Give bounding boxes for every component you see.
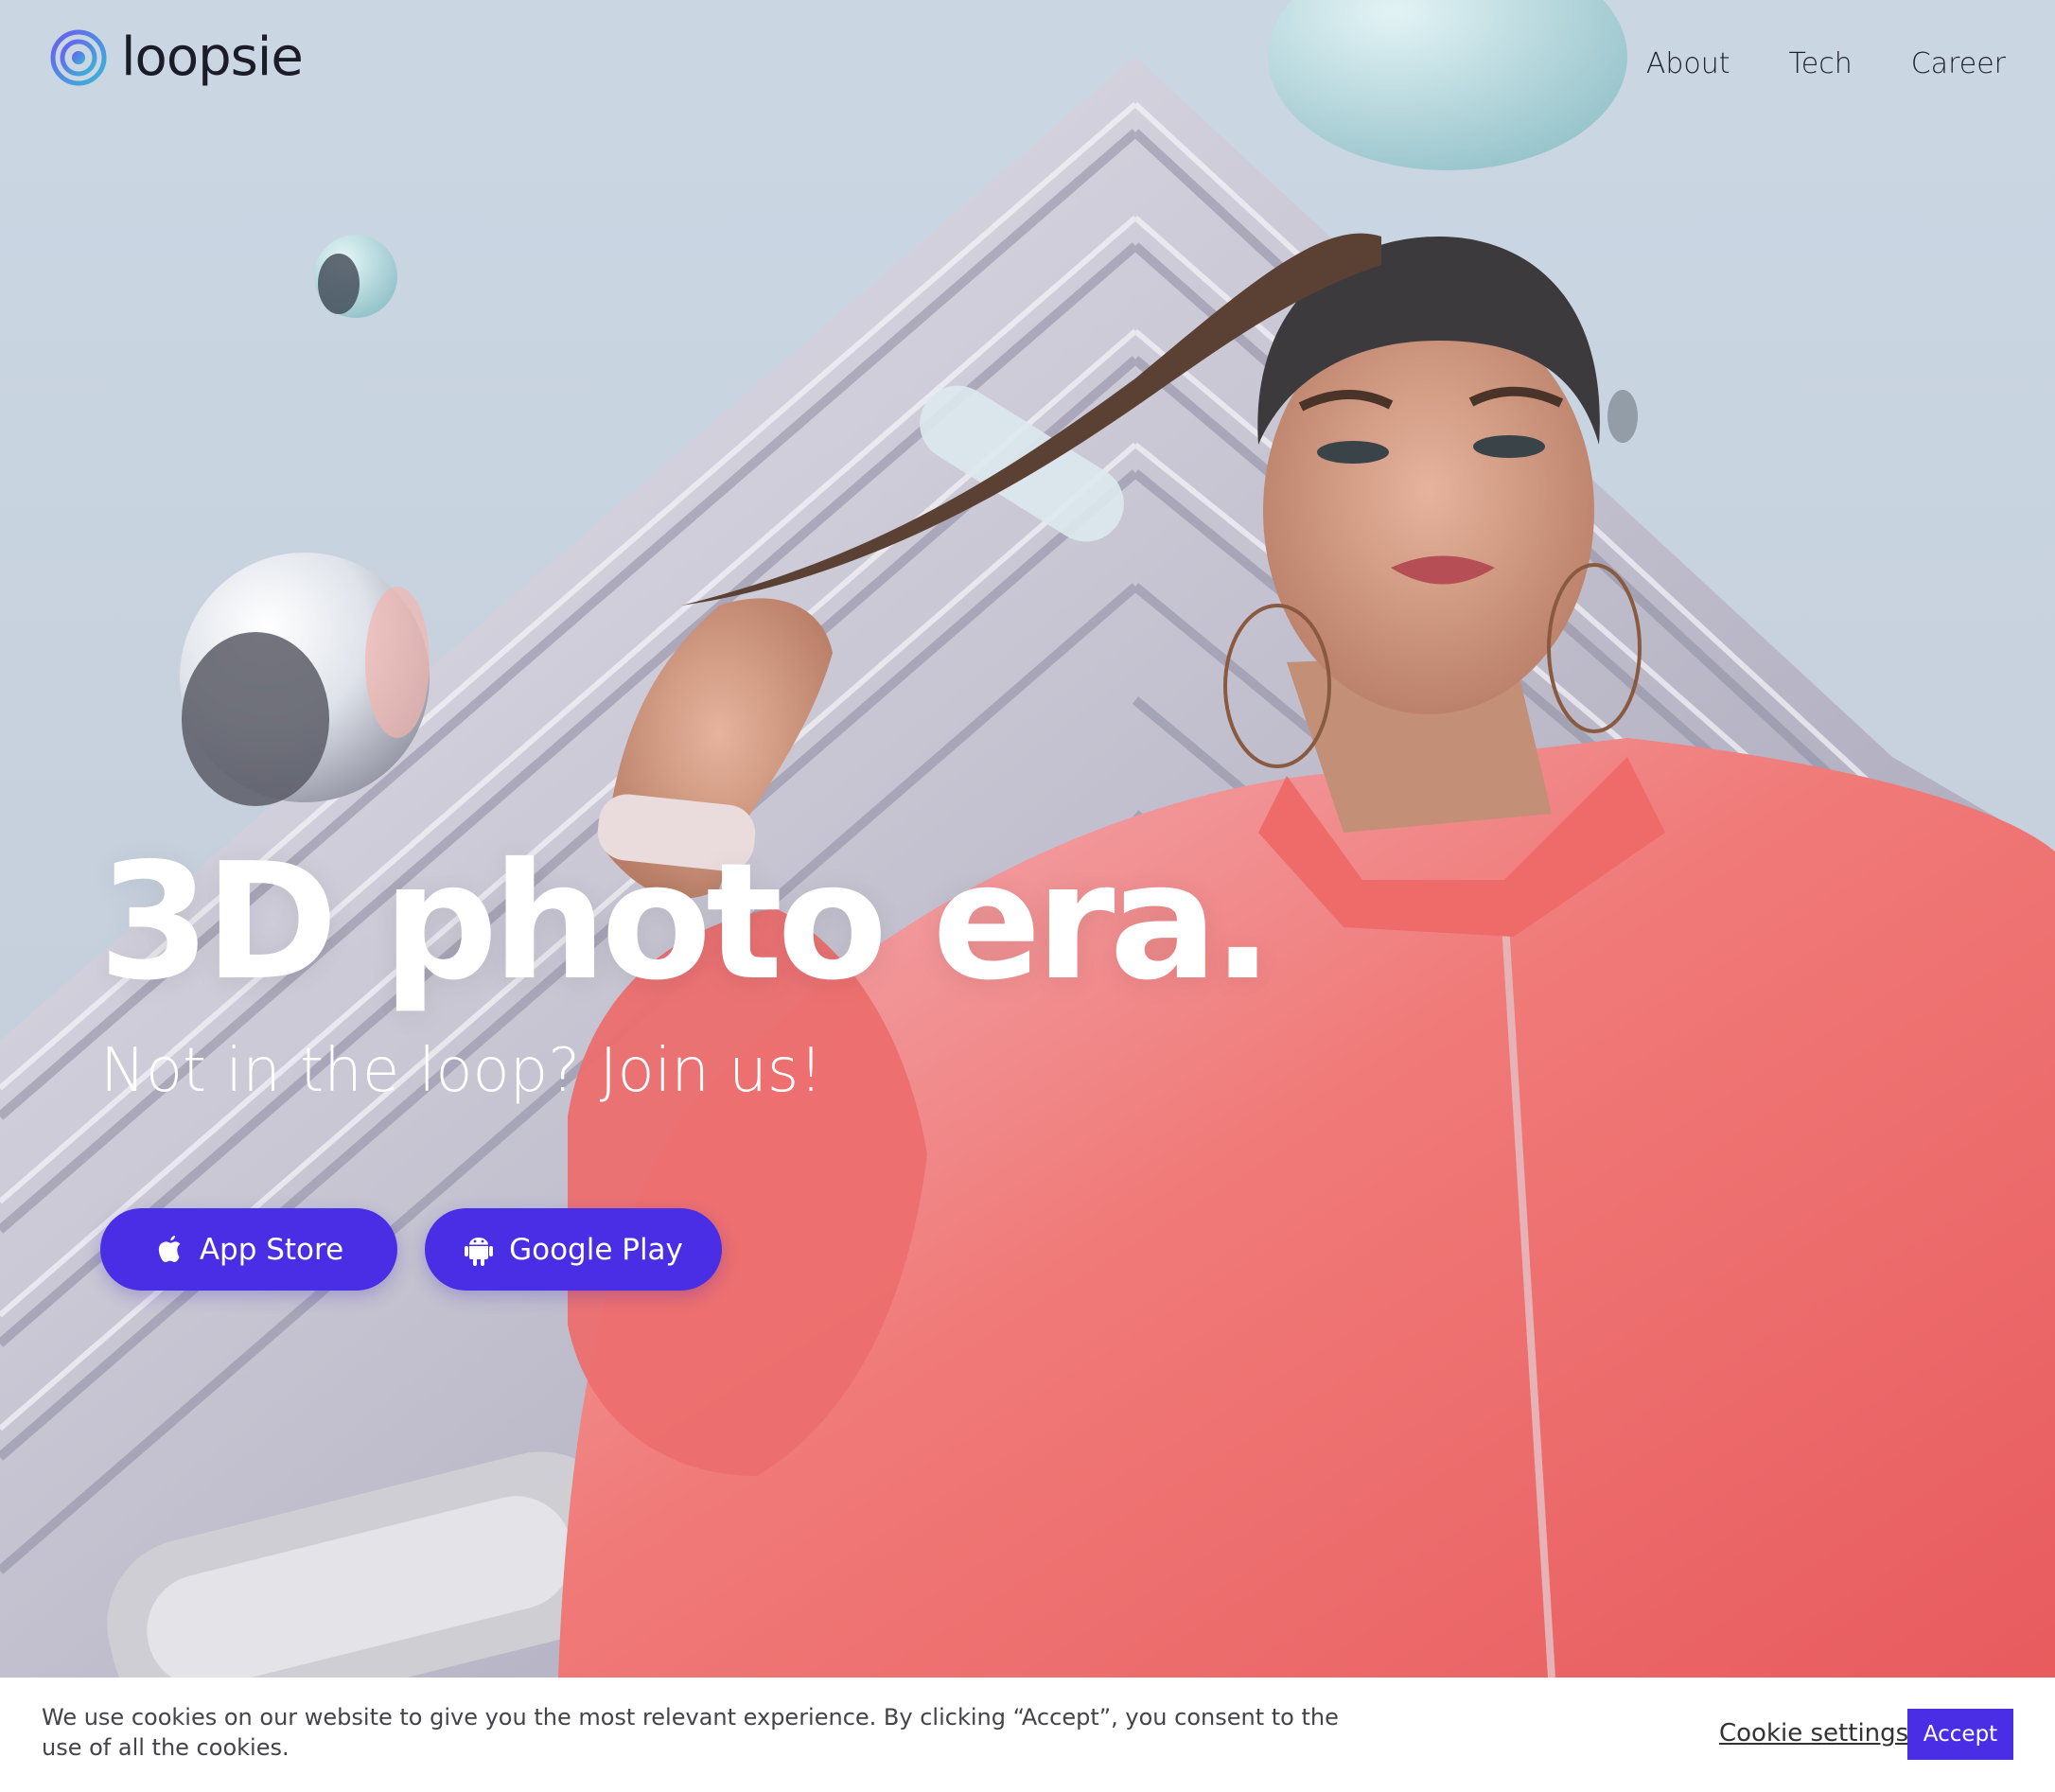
logo-link[interactable]: loopsie xyxy=(49,26,304,88)
google-play-button[interactable]: Google Play xyxy=(425,1208,722,1291)
cookie-banner: We use cookies on our website to give yo… xyxy=(0,1678,2055,1792)
android-icon xyxy=(465,1237,494,1266)
cookie-message: We use cookies on our website to give yo… xyxy=(42,1704,1339,1761)
accept-cookies-button[interactable]: Accept xyxy=(1907,1709,2013,1760)
landing-page: loopsie About Tech Career 3D photo era. … xyxy=(0,0,2055,1792)
hero-headline: 3D photo era. xyxy=(98,829,1273,1016)
loopsie-logo-icon xyxy=(50,29,107,86)
apple-icon xyxy=(158,1235,181,1262)
cookie-settings-link[interactable]: Cookie settings xyxy=(1719,1719,1908,1748)
main-nav: About Tech Career xyxy=(1646,47,2006,80)
nav-item-about[interactable]: About xyxy=(1646,47,1730,80)
app-store-button[interactable]: App Store xyxy=(100,1208,397,1291)
brand-name: loopsie xyxy=(121,26,304,88)
hero-subheadline: Not in the loop? Join us! xyxy=(100,1036,823,1106)
app-store-label: App Store xyxy=(199,1232,344,1267)
nav-item-tech[interactable]: Tech xyxy=(1789,47,1853,80)
google-play-label: Google Play xyxy=(509,1232,683,1267)
nav-item-career[interactable]: Career xyxy=(1911,47,2006,80)
